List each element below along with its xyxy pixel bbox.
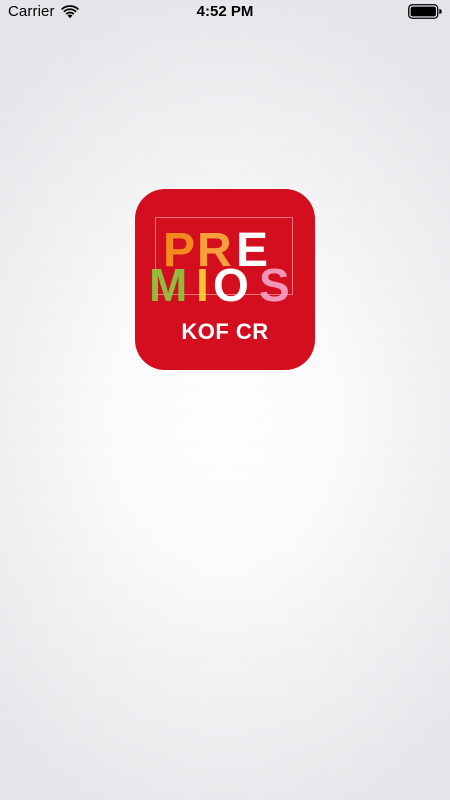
logo-letter-m: M <box>149 259 187 311</box>
app-subtitle: KOF CR <box>181 319 269 344</box>
logo-letter-o: O <box>213 259 249 311</box>
status-time: 4:52 PM <box>196 3 254 20</box>
status-bar: Carrier 4:52 PM <box>0 0 450 24</box>
logo-letter-s: S <box>259 259 290 311</box>
app-icon: P R E M I O S KOF CR <box>135 189 315 370</box>
logo-letter-i: I <box>196 259 209 311</box>
battery-icon <box>408 4 442 19</box>
